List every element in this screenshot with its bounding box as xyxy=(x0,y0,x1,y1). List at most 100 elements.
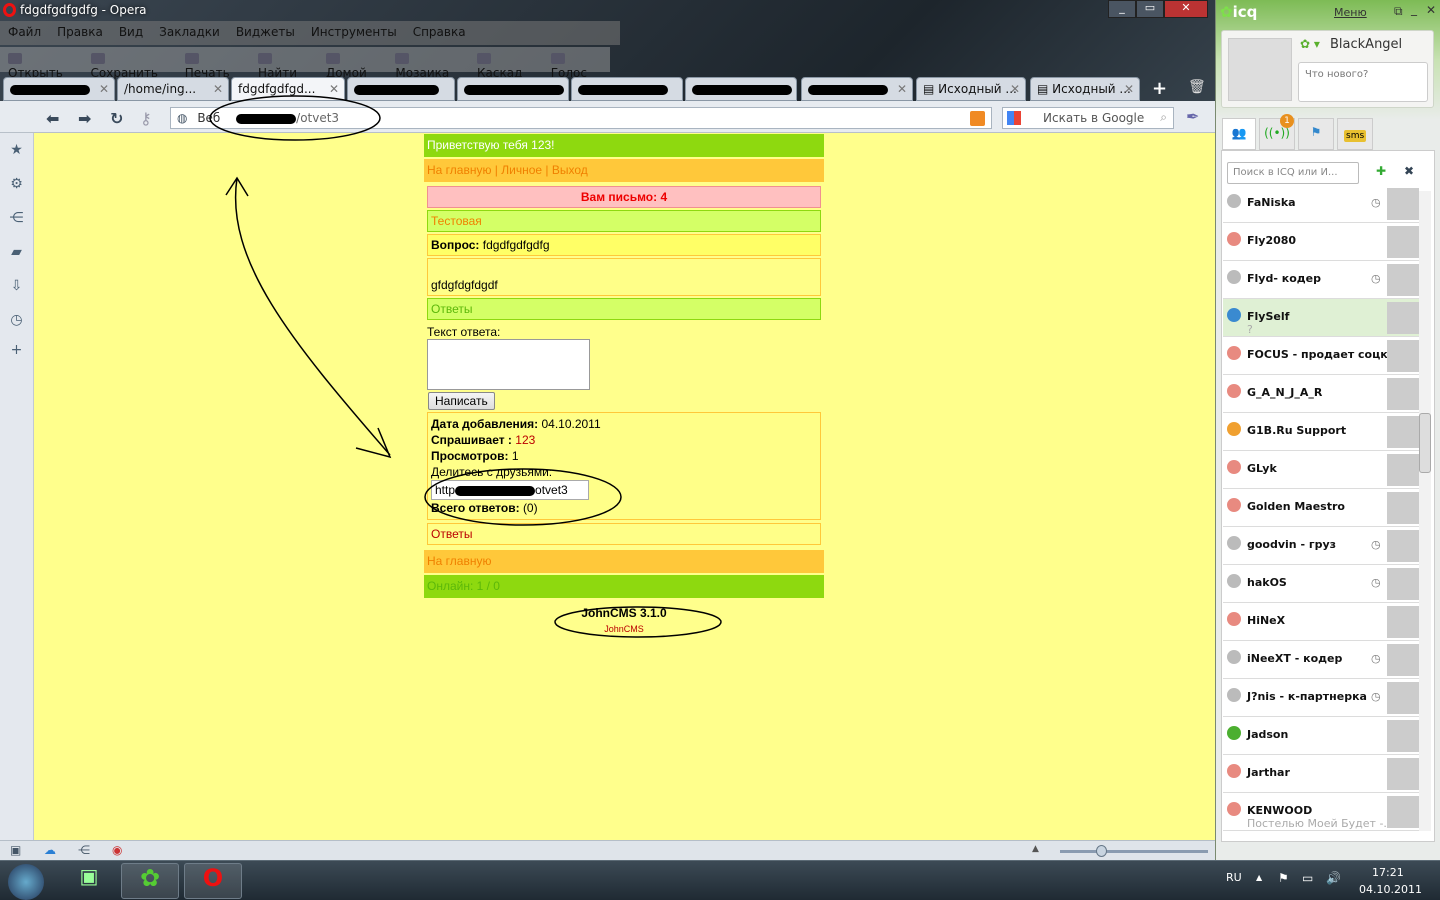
zoom-up-icon[interactable]: ▲ xyxy=(1032,844,1039,854)
status-flower-icon[interactable]: ✿ ▾ xyxy=(1300,37,1320,51)
clock-time[interactable]: 17:21 xyxy=(1372,866,1404,879)
annotation-drawing xyxy=(209,95,722,638)
contact-item[interactable]: iNeeXT - кодер ◷ xyxy=(1223,641,1421,679)
contact-avatar xyxy=(1387,416,1419,448)
contact-item[interactable]: Flyd- кодер ◷ xyxy=(1223,261,1421,299)
contact-item[interactable]: HiNeX xyxy=(1223,603,1421,641)
profile-panel: ✿ ▾ BlackAngel Что нового? xyxy=(1221,30,1434,108)
icq-restore-icon[interactable]: ⧉ xyxy=(1394,4,1403,19)
tray-expand-icon[interactable]: ▲ xyxy=(1256,873,1262,882)
status-flower-icon xyxy=(1227,232,1241,246)
contact-item[interactable]: Jadson xyxy=(1223,717,1421,755)
clock-icon: ◷ xyxy=(1371,576,1381,589)
contact-item[interactable]: FaNiska ◷ xyxy=(1223,185,1421,223)
icq-logo: ✿icq xyxy=(1220,3,1258,21)
contact-item[interactable]: KENWOOD Постелью Моей Будет -... xyxy=(1223,793,1421,831)
contact-list-panel: Поиск в ICQ или И... ✚ ✖ FaNiska ◷ Fly2080… xyxy=(1221,150,1435,842)
contact-item[interactable]: J?nis - к-партнерка ◷ xyxy=(1223,679,1421,717)
clock-icon: ◷ xyxy=(1371,272,1381,285)
sync-cloud-icon[interactable]: ☁ xyxy=(44,843,56,857)
icq-menu-button[interactable]: Меню xyxy=(1334,6,1367,19)
contact-item[interactable]: FlySelf? xyxy=(1223,299,1421,337)
sms-icon: sms xyxy=(1344,130,1367,142)
panel-toggle-icon[interactable]: ▣ xyxy=(10,843,21,857)
contact-item[interactable]: hakOS ◷ xyxy=(1223,565,1421,603)
user-name: BlackAngel xyxy=(1330,37,1403,52)
clock-icon: ◷ xyxy=(1371,196,1381,209)
flag-tab[interactable]: ⚑ xyxy=(1298,118,1334,150)
contact-name: KENWOOD xyxy=(1247,804,1313,817)
contact-search-input[interactable]: Поиск в ICQ или И... xyxy=(1227,162,1359,184)
turbo-icon[interactable]: ◉ xyxy=(112,843,122,857)
icq-minimize-icon[interactable]: _ xyxy=(1411,2,1417,16)
volume-icon[interactable]: 🔊 xyxy=(1326,871,1341,885)
icq-close-icon[interactable]: ✕ xyxy=(1426,3,1436,17)
status-flower-icon xyxy=(1227,802,1241,816)
sms-tab[interactable]: sms xyxy=(1337,118,1373,150)
taskbar-monitor-app[interactable]: ▣ xyxy=(60,863,118,899)
status-flower-icon xyxy=(1227,346,1241,360)
contact-name: Flyd- кодер xyxy=(1247,272,1321,285)
status-flower-icon xyxy=(1227,574,1241,588)
status-flower-icon xyxy=(1227,688,1241,702)
status-flower-icon xyxy=(1227,498,1241,512)
network-icon[interactable]: ▭ xyxy=(1302,871,1313,885)
contact-avatar xyxy=(1387,492,1419,524)
zoom-slider[interactable] xyxy=(1060,850,1208,853)
language-indicator[interactable]: RU xyxy=(1226,871,1242,884)
notification-badge: 1 xyxy=(1280,114,1294,128)
status-flower-icon xyxy=(1227,726,1241,740)
status-flower-icon xyxy=(1227,308,1241,322)
contact-scrollbar[interactable] xyxy=(1419,191,1431,831)
clock-date[interactable]: 04.10.2011 xyxy=(1359,883,1422,896)
contact-avatar xyxy=(1387,530,1419,562)
zoom-slider-handle[interactable] xyxy=(1096,845,1107,857)
contact-name: hakOS xyxy=(1247,576,1287,589)
contact-avatar xyxy=(1387,758,1419,790)
contact-name: G1B.Ru Support xyxy=(1247,424,1347,437)
contact-item[interactable]: goodvin - груз ◷ xyxy=(1223,527,1421,565)
contact-item[interactable]: Golden Maestro xyxy=(1223,489,1421,527)
taskbar-opera[interactable]: O xyxy=(184,863,242,899)
status-flower-icon xyxy=(1227,536,1241,550)
contact-item[interactable]: Jarthar xyxy=(1223,755,1421,793)
action-center-flag-icon[interactable]: ⚑ xyxy=(1278,871,1289,885)
status-bar: ▣ ☁ ⋲ ◉ ▲ xyxy=(0,840,1215,860)
start-button[interactable] xyxy=(8,864,44,900)
annotation-ellipse-url xyxy=(209,95,381,141)
contacts-tab[interactable]: 👥 xyxy=(1222,118,1256,150)
contact-name: goodvin - груз xyxy=(1247,538,1337,551)
contact-name: Jadson xyxy=(1247,728,1289,741)
annotation-ellipse-share xyxy=(424,468,622,526)
contact-item[interactable]: G_A_N_J_A_R xyxy=(1223,375,1421,413)
contact-item[interactable]: GLyk xyxy=(1223,451,1421,489)
contact-list: FaNiska ◷ Fly2080 Flyd- кодер ◷ FlySelf? FOCUS… xyxy=(1217,185,1431,833)
status-flower-icon xyxy=(1227,270,1241,284)
user-avatar[interactable] xyxy=(1228,38,1292,101)
contact-name: Golden Maestro xyxy=(1247,500,1345,513)
contact-item[interactable]: G1B.Ru Support xyxy=(1223,413,1421,451)
settings-tools-icon[interactable]: ✖ xyxy=(1404,164,1414,178)
clock-icon: ◷ xyxy=(1371,652,1381,665)
status-flower-icon xyxy=(1227,384,1241,398)
contact-scrollbar-thumb[interactable] xyxy=(1419,413,1431,473)
add-contact-icon[interactable]: ✚ xyxy=(1376,164,1386,178)
status-flower-icon xyxy=(1227,612,1241,626)
status-message-input[interactable]: Что нового? xyxy=(1298,62,1428,102)
contact-avatar xyxy=(1387,796,1419,828)
contact-avatar xyxy=(1387,568,1419,600)
contact-avatar xyxy=(1387,226,1419,258)
status-flower-icon xyxy=(1227,650,1241,664)
contact-name: FlySelf xyxy=(1247,310,1290,323)
contact-avatar xyxy=(1387,644,1419,676)
contact-item[interactable]: Fly2080 xyxy=(1223,223,1421,261)
contact-avatar xyxy=(1387,188,1419,220)
contact-name: Fly2080 xyxy=(1247,234,1297,247)
unite-status-icon[interactable]: ⋲ xyxy=(78,843,90,857)
contact-avatar xyxy=(1387,302,1419,334)
contact-item[interactable]: FOCUS - продает соцк xyxy=(1223,337,1421,375)
taskbar-icq[interactable]: ✿ xyxy=(121,863,179,899)
clock-icon: ◷ xyxy=(1371,538,1381,551)
status-flower-icon xyxy=(1227,764,1241,778)
contact-name: G_A_N_J_A_R xyxy=(1247,386,1323,399)
